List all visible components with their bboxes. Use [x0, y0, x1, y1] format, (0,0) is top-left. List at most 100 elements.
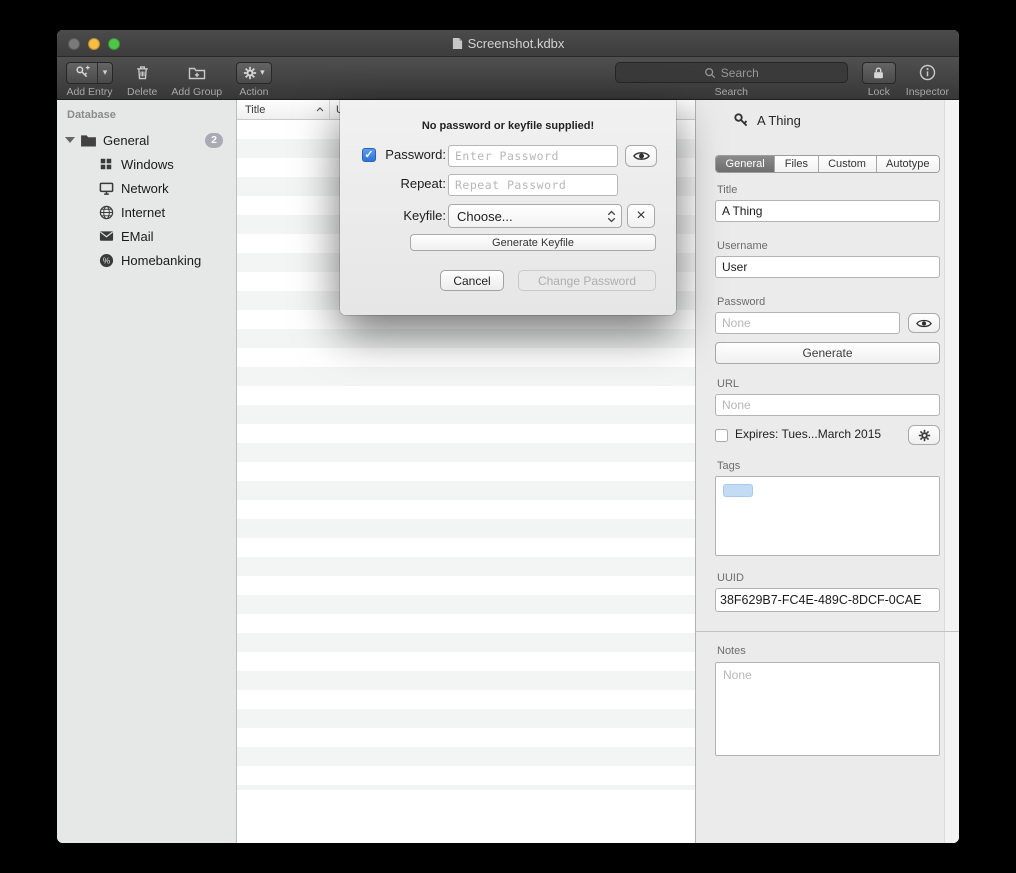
- tab-general[interactable]: General: [716, 156, 775, 172]
- url-field[interactable]: [715, 394, 940, 416]
- sidebar-item-label: Network: [121, 181, 169, 196]
- toolbar-right-group: Search Search Lock: [615, 61, 951, 99]
- dialog-repeat-input[interactable]: [448, 174, 618, 196]
- username-field[interactable]: [715, 256, 940, 278]
- keyfile-dropdown-value: Choose...: [457, 209, 513, 224]
- delete-button[interactable]: [134, 62, 151, 84]
- x-icon: ×: [636, 208, 645, 224]
- sidebar-group-general[interactable]: General 2: [57, 128, 236, 152]
- generate-keyfile-button[interactable]: Generate Keyfile: [410, 234, 656, 251]
- title-field[interactable]: [715, 200, 940, 222]
- lock-label: Lock: [868, 86, 890, 98]
- network-icon: [98, 180, 114, 196]
- toolbar-item-action: ▾ Action: [236, 61, 272, 99]
- toolbar: ▾ Add Entry Delete: [57, 57, 959, 100]
- expires-label: Expires: Tues...March 2015: [735, 427, 881, 441]
- globe-icon: [98, 204, 114, 220]
- inspector-separator: [696, 631, 959, 632]
- window-title-text: Screenshot.kdbx: [468, 36, 565, 51]
- toolbar-item-add-group: Add Group: [171, 61, 222, 99]
- tab-autotype[interactable]: Autotype: [877, 156, 940, 172]
- sidebar-item-label: EMail: [121, 229, 154, 244]
- gear-icon: [243, 66, 257, 80]
- document-icon: [452, 37, 463, 50]
- action-button[interactable]: ▾: [236, 62, 272, 84]
- dialog-password-input[interactable]: [448, 145, 618, 167]
- generate-password-button[interactable]: Generate: [715, 342, 940, 364]
- expires-settings-button[interactable]: [908, 425, 940, 445]
- entry-title-text: A Thing: [757, 113, 801, 128]
- inspector-toggle-button[interactable]: [919, 62, 936, 84]
- svg-text:%: %: [102, 255, 110, 265]
- expires-checkbox[interactable]: [715, 429, 728, 442]
- action-label: Action: [239, 86, 268, 98]
- tags-label: Tags: [717, 460, 740, 472]
- sidebar-item-label: Windows: [121, 157, 174, 172]
- popup-arrows-icon: [607, 210, 616, 223]
- delete-label: Delete: [127, 86, 157, 98]
- tag-pill[interactable]: [723, 484, 753, 497]
- lock-button[interactable]: [862, 62, 896, 84]
- search-input[interactable]: Search: [615, 62, 848, 83]
- window-title: Screenshot.kdbx: [57, 30, 959, 56]
- change-password-sheet: No password or keyfile supplied! ✓ Passw…: [340, 100, 676, 315]
- keyfile-dropdown[interactable]: Choose...: [448, 204, 622, 228]
- sidebar-item-windows[interactable]: Windows: [57, 152, 236, 176]
- tags-box[interactable]: [715, 476, 940, 556]
- chevron-down-icon[interactable]: ▾: [97, 63, 112, 83]
- username-label: Username: [717, 240, 768, 252]
- toolbar-item-search: Search Search: [615, 61, 848, 99]
- sort-ascending-icon: [316, 107, 324, 112]
- gear-icon: [918, 429, 931, 442]
- tab-custom[interactable]: Custom: [819, 156, 877, 172]
- clear-keyfile-button[interactable]: ×: [627, 204, 655, 228]
- disclosure-triangle-icon[interactable]: [65, 137, 75, 143]
- toolbar-item-lock: Lock: [862, 61, 896, 99]
- sidebar-section-header: Database: [57, 100, 236, 128]
- uuid-label: UUID: [717, 572, 744, 584]
- inspector-label: Inspector: [906, 86, 949, 98]
- column-title-label: Title: [245, 104, 265, 116]
- eye-icon: [633, 150, 650, 162]
- inspector-tabs: General Files Custom Autotype: [715, 155, 940, 173]
- sidebar-item-homebanking[interactable]: % Homebanking: [57, 248, 236, 272]
- toolbar-item-add-entry: ▾ Add Entry: [66, 61, 113, 99]
- column-header-title[interactable]: Title: [237, 100, 330, 119]
- sidebar-item-label: Homebanking: [121, 253, 201, 268]
- windows-icon: [98, 156, 114, 172]
- url-label: URL: [717, 378, 739, 390]
- trash-icon: [134, 64, 151, 81]
- app-window: Screenshot.kdbx ▾ Add Entry: [57, 30, 959, 843]
- titlebar[interactable]: Screenshot.kdbx: [57, 30, 959, 57]
- add-entry-button[interactable]: ▾: [66, 62, 113, 84]
- change-password-button[interactable]: Change Password: [518, 270, 656, 291]
- add-group-label: Add Group: [171, 86, 222, 98]
- key-plus-icon[interactable]: [67, 63, 97, 83]
- homebanking-icon: %: [98, 252, 114, 268]
- info-icon: [919, 64, 936, 81]
- entry-header: A Thing: [733, 112, 801, 129]
- cancel-button[interactable]: Cancel: [440, 270, 504, 291]
- tab-files[interactable]: Files: [775, 156, 818, 172]
- password-label: Password: [717, 296, 765, 308]
- add-group-button[interactable]: [188, 62, 206, 84]
- toolbar-item-inspector: Inspector: [906, 61, 949, 99]
- key-icon: [733, 112, 750, 129]
- sidebar-item-internet[interactable]: Internet: [57, 200, 236, 224]
- search-label: Search: [715, 86, 748, 98]
- password-field[interactable]: [715, 312, 900, 334]
- dialog-reveal-password-button[interactable]: [625, 145, 657, 167]
- reveal-password-button[interactable]: [908, 313, 940, 333]
- uuid-field[interactable]: [715, 588, 940, 612]
- folder-plus-icon: [188, 65, 206, 81]
- dialog-keyfile-label: Keyfile:: [340, 205, 446, 227]
- search-placeholder: Search: [721, 66, 759, 80]
- inspector-scrollbar[interactable]: [944, 100, 959, 843]
- folder-icon: [80, 134, 97, 147]
- dialog-repeat-label: Repeat:: [340, 173, 446, 195]
- title-label: Title: [717, 184, 737, 196]
- sidebar-item-email[interactable]: EMail: [57, 224, 236, 248]
- sidebar-item-network[interactable]: Network: [57, 176, 236, 200]
- notes-field[interactable]: [715, 662, 940, 756]
- email-icon: [98, 228, 114, 244]
